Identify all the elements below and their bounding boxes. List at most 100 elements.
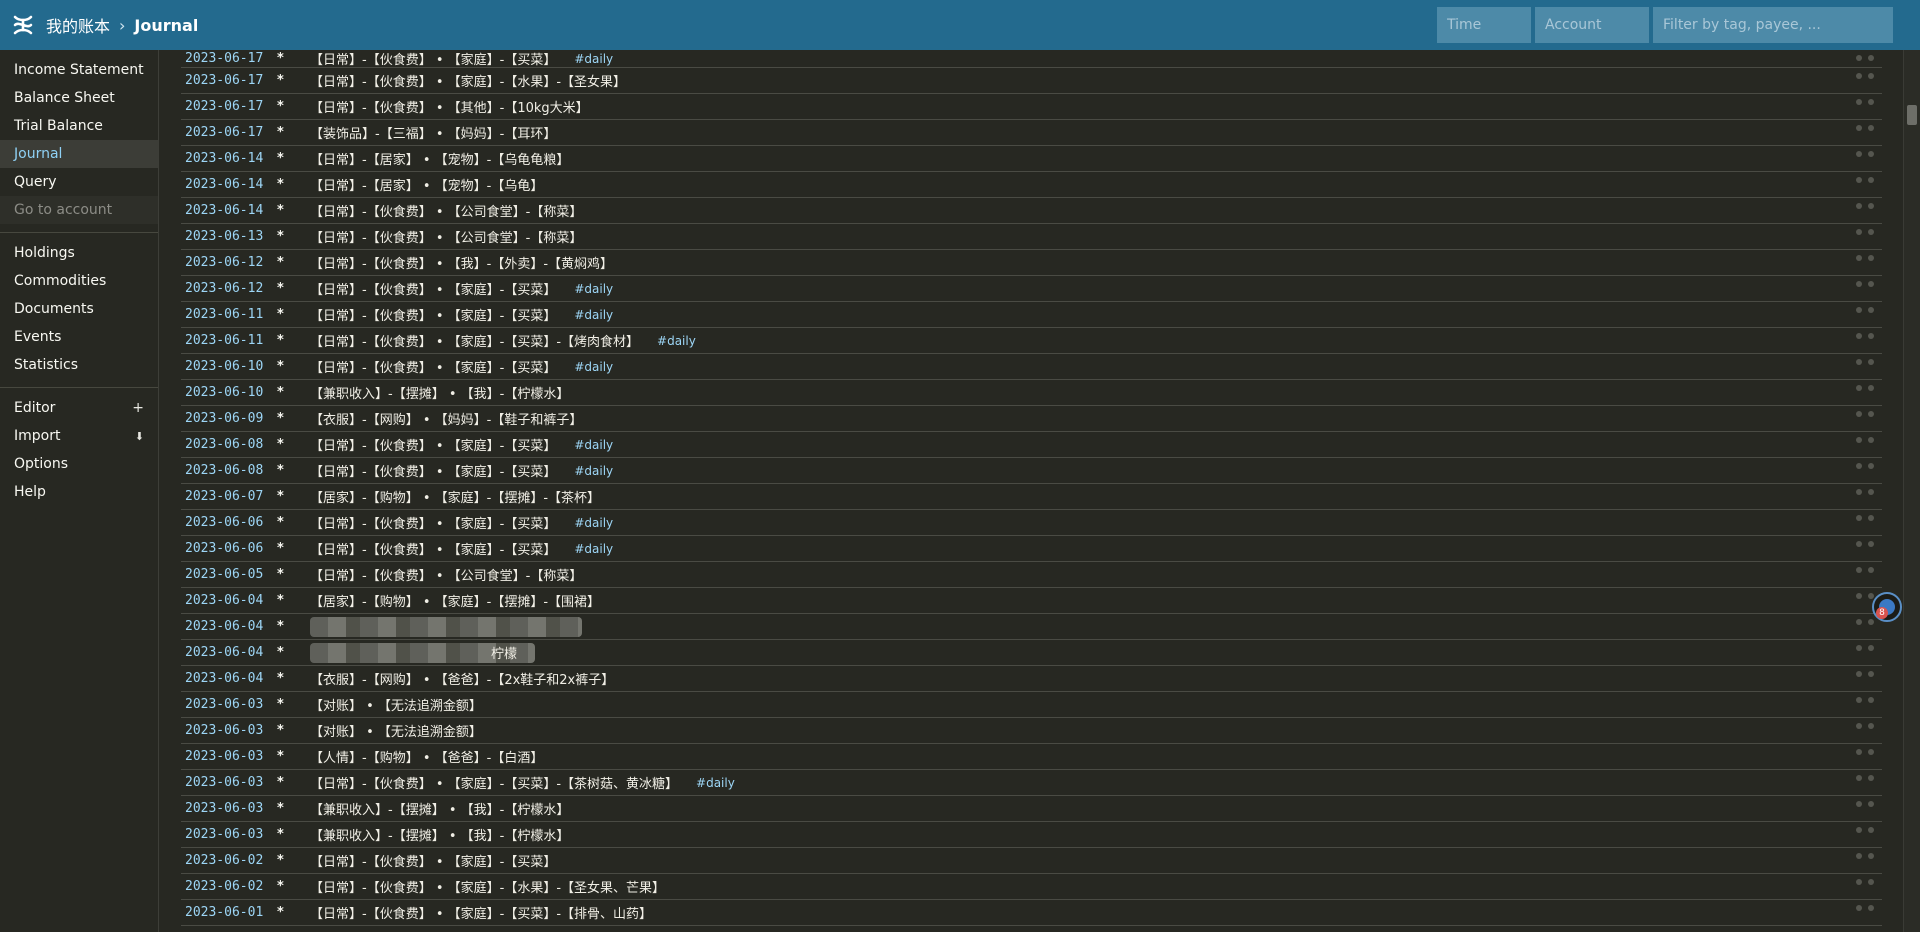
journal-entry-row[interactable]: 2023-06-03 * 【对账】 • 【无法追溯金额】 [181,718,1882,744]
journal-entry-row[interactable]: 2023-06-09 * 【衣服】-【网购】 • 【妈妈】-【鞋子和裤子】 [181,406,1882,432]
sidebar-item-statistics[interactable]: Statistics [0,351,158,379]
entry-date[interactable]: 2023-06-03 [181,749,275,764]
entry-date[interactable]: 2023-06-17 [181,51,275,66]
scrollbar[interactable] [1903,50,1920,932]
entry-tag[interactable]: #daily [574,516,613,530]
entry-indicator-dots[interactable] [1856,307,1874,315]
entry-flag[interactable]: * [275,723,310,738]
entry-flag[interactable]: * [275,697,310,712]
entry-tag[interactable]: #daily [574,542,613,556]
entry-indicator-dots[interactable] [1856,567,1874,575]
entry-date[interactable]: 2023-06-06 [181,541,275,556]
entry-flag[interactable]: * [275,151,310,166]
journal-entry-row[interactable]: 2023-06-10 * 【日常】-【伙食费】 • 【家庭】-【买菜】 #daily [181,354,1882,380]
entry-date[interactable]: 2023-06-17 [181,99,275,114]
sidebar-item-documents[interactable]: Documents [0,295,158,323]
sidebar-item-query[interactable]: Query [0,168,158,196]
journal-entry-row[interactable]: 2023-06-08 * 【日常】-【伙食费】 • 【家庭】-【买菜】 #daily [181,458,1882,484]
entry-flag[interactable]: * [275,359,310,374]
download-icon[interactable]: ⬇ [135,430,144,443]
entry-indicator-dots[interactable] [1856,333,1874,341]
entry-flag[interactable]: * [275,905,310,920]
entry-date[interactable]: 2023-06-12 [181,255,275,270]
entry-flag[interactable]: * [275,671,310,686]
journal-entry-row[interactable]: 2023-06-03 * 【兼职收入】-【摆摊】 • 【我】-【柠檬水】 [181,822,1882,848]
entry-indicator-dots[interactable] [1856,619,1874,627]
entry-indicator-dots[interactable] [1856,203,1874,211]
entry-date[interactable]: 2023-06-03 [181,723,275,738]
entry-date[interactable]: 2023-06-01 [181,905,275,920]
entry-flag[interactable]: * [275,541,310,556]
entry-flag[interactable]: * [275,463,310,478]
entry-date[interactable]: 2023-06-09 [181,411,275,426]
plus-icon[interactable]: + [132,400,144,416]
scrollbar-thumb[interactable] [1907,105,1917,125]
journal-entry-row[interactable]: 2023-06-14 * 【日常】-【伙食费】 • 【公司食堂】-【称菜】 [181,198,1882,224]
entry-flag[interactable]: * [275,515,310,530]
sidebar-item-income-statement[interactable]: Income Statement [0,56,158,84]
entry-indicator-dots[interactable] [1856,463,1874,471]
journal-entry-row[interactable]: 2023-06-17 * 【日常】-【伙食费】 • 【其他】-【10kg大米】 [181,94,1882,120]
entry-flag[interactable]: * [275,489,310,504]
entry-flag[interactable]: * [275,385,310,400]
journal-entry-row[interactable]: 2023-06-05 * 【日常】-【伙食费】 • 【公司食堂】-【称菜】 [181,562,1882,588]
entry-flag[interactable]: * [275,853,310,868]
journal-entry-row[interactable]: 2023-06-04 * [181,614,1882,640]
entry-flag[interactable]: * [275,567,310,582]
entry-date[interactable]: 2023-06-14 [181,203,275,218]
entry-flag[interactable]: * [275,73,310,88]
entry-indicator-dots[interactable] [1856,437,1874,445]
entry-flag[interactable]: * [275,281,310,296]
journal-entry-row[interactable]: 2023-06-03 * 【人情】-【购物】 • 【爸爸】-【白酒】 [181,744,1882,770]
entry-indicator-dots[interactable] [1856,151,1874,159]
entry-indicator-dots[interactable] [1856,359,1874,367]
entry-date[interactable]: 2023-06-08 [181,463,275,478]
journal-entry-row[interactable]: 2023-06-10 * 【兼职收入】-【摆摊】 • 【我】-【柠檬水】 [181,380,1882,406]
sidebar-item-events[interactable]: Events [0,323,158,351]
entry-indicator-dots[interactable] [1856,645,1874,653]
entry-tag[interactable]: #daily [574,308,613,322]
entry-date[interactable]: 2023-06-10 [181,385,275,400]
journal-entry-row[interactable]: 2023-06-06 * 【日常】-【伙食费】 • 【家庭】-【买菜】 #daily [181,510,1882,536]
entry-indicator-dots[interactable] [1856,775,1874,783]
journal-entry-row[interactable]: 2023-06-12 * 【日常】-【伙食费】 • 【我】-【外卖】-【黄焖鸡】 [181,250,1882,276]
entry-tag[interactable]: #daily [574,438,613,452]
entry-date[interactable]: 2023-06-12 [181,281,275,296]
entry-indicator-dots[interactable] [1856,671,1874,679]
sidebar-item-import[interactable]: Import ⬇ [0,422,158,450]
entry-flag[interactable]: * [275,593,310,608]
journal-entry-row[interactable]: 2023-06-08 * 【日常】-【伙食费】 • 【家庭】-【买菜】 #daily [181,432,1882,458]
entry-date[interactable]: 2023-06-11 [181,333,275,348]
entry-indicator-dots[interactable] [1856,55,1874,63]
entry-date[interactable]: 2023-06-17 [181,125,275,140]
entry-flag[interactable]: * [275,307,310,322]
entry-indicator-dots[interactable] [1856,125,1874,133]
entry-date[interactable]: 2023-06-07 [181,489,275,504]
journal-entry-row[interactable]: 2023-06-11 * 【日常】-【伙食费】 • 【家庭】-【买菜】 #daily [181,302,1882,328]
journal-entry-row[interactable]: 2023-06-14 * 【日常】-【居家】 • 【宠物】-【乌龟】 [181,172,1882,198]
journal-entry-row[interactable]: 2023-06-04 * 【居家】-【购物】 • 【家庭】-【摆摊】-【围裙】 [181,588,1882,614]
entry-flag[interactable]: * [275,775,310,790]
entry-flag[interactable]: * [275,51,310,66]
entry-indicator-dots[interactable] [1856,515,1874,523]
entry-date[interactable]: 2023-06-14 [181,151,275,166]
entry-flag[interactable]: * [275,645,310,660]
entry-indicator-dots[interactable] [1856,281,1874,289]
breadcrumb-ledger[interactable]: 我的账本 [46,13,110,37]
sidebar-item-holdings[interactable]: Holdings [0,239,158,267]
journal-entry-row[interactable]: 2023-06-17 * 【日常】-【伙食费】 • 【家庭】-【水果】-【圣女果】 [181,68,1882,94]
entry-indicator-dots[interactable] [1856,801,1874,809]
sidebar-item-trial-balance[interactable]: Trial Balance [0,112,158,140]
entry-flag[interactable]: * [275,879,310,894]
entry-date[interactable]: 2023-06-04 [181,593,275,608]
sidebar-item-commodities[interactable]: Commodities [0,267,158,295]
go-to-account-input[interactable]: Go to account [0,196,158,224]
entry-date[interactable]: 2023-06-03 [181,801,275,816]
entry-flag[interactable]: * [275,177,310,192]
entry-date[interactable]: 2023-06-04 [181,619,275,634]
entry-indicator-dots[interactable] [1856,723,1874,731]
sidebar-item-journal[interactable]: Journal [0,140,158,168]
entry-tag[interactable]: #daily [574,282,613,296]
entry-indicator-dots[interactable] [1856,73,1874,81]
journal-entry-row[interactable]: 2023-06-03 * 【兼职收入】-【摆摊】 • 【我】-【柠檬水】 [181,796,1882,822]
